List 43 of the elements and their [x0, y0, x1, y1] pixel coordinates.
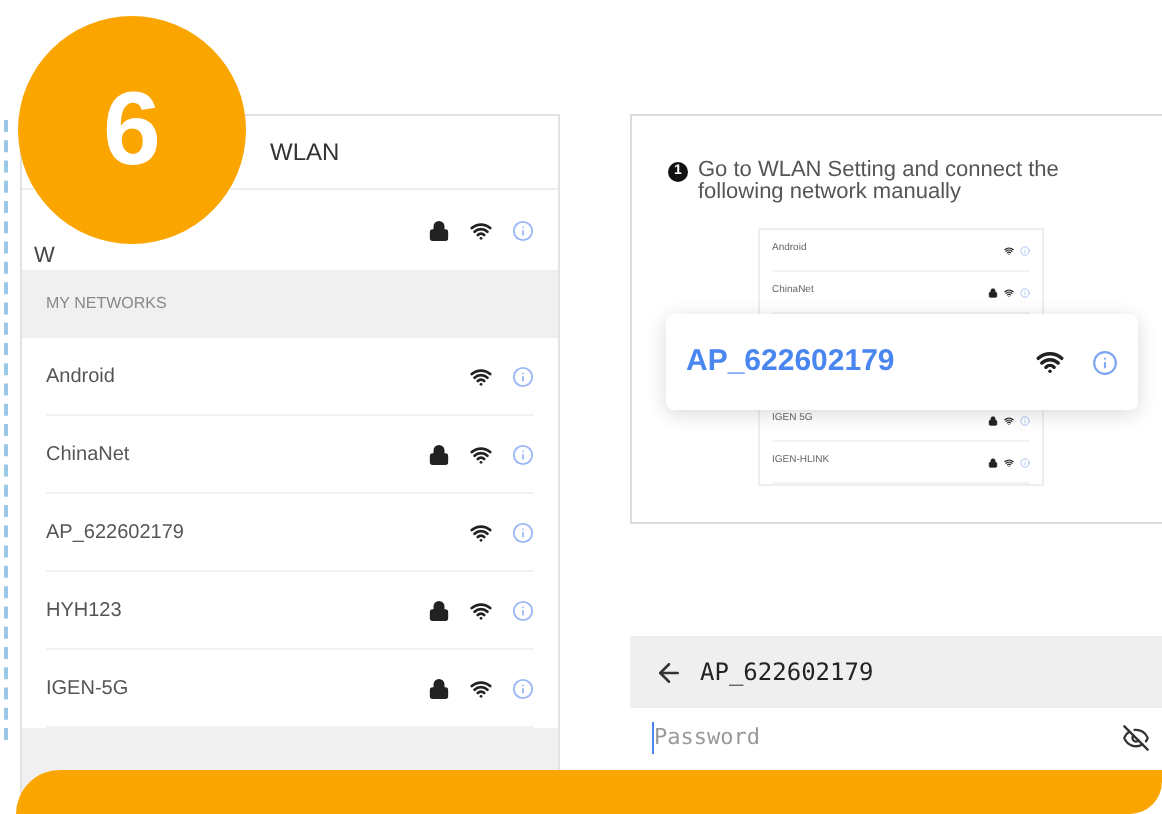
network-row[interactable]: Android: [46, 338, 534, 416]
instruction-text: Go to WLAN Setting and connect the following network manually: [698, 160, 1061, 204]
wifi-icon: [470, 443, 492, 465]
highlighted-network[interactable]: AP_622602179: [666, 314, 1138, 410]
info-icon[interactable]: [1020, 457, 1030, 467]
info-icon[interactable]: [1092, 349, 1118, 375]
info-icon[interactable]: [1020, 245, 1030, 255]
hide-password-icon[interactable]: [1122, 724, 1150, 752]
password-field[interactable]: Password: [652, 721, 892, 755]
network-name[interactable]: W: [34, 245, 55, 267]
info-icon[interactable]: [1020, 415, 1030, 425]
network-title: AP_622602179: [700, 656, 874, 690]
wifi-icon: [1004, 287, 1014, 297]
wifi-icon: [1004, 457, 1014, 467]
info-icon[interactable]: [512, 219, 534, 241]
info-icon[interactable]: [512, 677, 534, 699]
lock-icon: [428, 219, 450, 241]
section-header: MY NETWORKS: [22, 270, 558, 338]
wifi-icon: [470, 219, 492, 241]
lock-icon: [988, 287, 998, 297]
wifi-icon: [470, 521, 492, 543]
network-row[interactable]: ChinaNet: [46, 416, 534, 494]
info-icon[interactable]: [512, 443, 534, 465]
wifi-icon: [1036, 348, 1064, 376]
wifi-icon: [470, 365, 492, 387]
lock-icon: [428, 599, 450, 621]
info-icon[interactable]: [512, 365, 534, 387]
panel-title: WLAN: [270, 136, 340, 170]
info-icon[interactable]: [1020, 287, 1030, 297]
wifi-icon: [1004, 245, 1014, 255]
network-row[interactable]: AP_622602179: [46, 494, 534, 572]
lock-icon: [428, 677, 450, 699]
wifi-icon: [1004, 415, 1014, 425]
wifi-icon: [470, 599, 492, 621]
info-icon[interactable]: [512, 521, 534, 543]
back-icon[interactable]: [654, 657, 684, 687]
step-badge: 6: [18, 16, 246, 244]
network-row[interactable]: HYH123: [46, 572, 534, 650]
wifi-icon: [470, 677, 492, 699]
lock-icon: [988, 415, 998, 425]
lock-icon: [428, 443, 450, 465]
info-icon[interactable]: [512, 599, 534, 621]
lock-icon: [988, 457, 998, 467]
